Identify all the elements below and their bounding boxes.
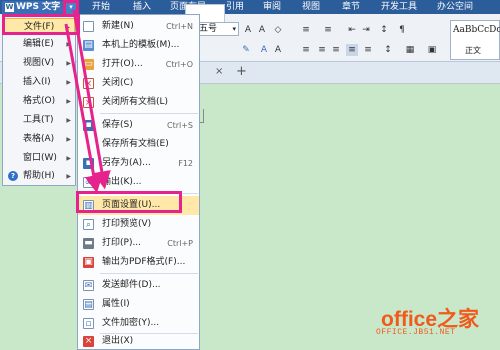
watermark-url: OFFICE.JB51.NET: [376, 328, 456, 337]
annotation-arrows: [64, 9, 111, 194]
